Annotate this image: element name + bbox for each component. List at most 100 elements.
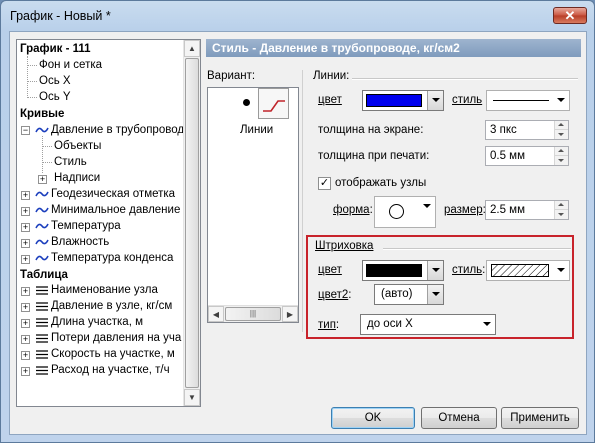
tree-item-table-column[interactable]: Длина участка, м <box>51 314 143 330</box>
tree-root-graph[interactable]: График - 111 <box>20 41 91 57</box>
scroll-left-arrow-icon[interactable]: ◀ <box>208 306 224 322</box>
tree-item-table-column[interactable]: Скорость на участке, м <box>51 346 175 362</box>
tree-item-style[interactable]: Стиль <box>54 154 87 170</box>
hatch-color-swatch <box>366 264 422 277</box>
expand-toggle[interactable]: + <box>21 367 30 376</box>
scroll-thumb[interactable] <box>185 58 199 388</box>
close-button[interactable]: ✕ <box>553 7 587 24</box>
variant-item-lines[interactable]: Линии <box>240 124 273 136</box>
tree-item-curve[interactable]: Минимальное давление <box>51 202 180 218</box>
tree-item-curve[interactable]: Температура <box>51 218 121 234</box>
dropdown-arrow-icon[interactable] <box>553 91 569 110</box>
tree-scrollbar[interactable]: ▲ ▼ <box>183 40 200 406</box>
screen-width-spinner[interactable]: 3 пкс <box>485 120 569 140</box>
expand-toggle[interactable]: + <box>21 351 30 360</box>
hatch-pattern-icon <box>491 264 549 277</box>
scroll-thumb[interactable]: ||| <box>225 307 281 321</box>
tree-header-table[interactable]: Таблица <box>20 267 68 283</box>
size-label: размер <box>444 204 483 216</box>
line-style-combo[interactable] <box>486 90 570 111</box>
node-size-spinner[interactable]: 2.5 мм <box>485 200 569 220</box>
tree-item-table-column[interactable]: Потери давления на уча <box>51 330 181 346</box>
window-title: График - Новый * <box>10 9 111 23</box>
table-column-icon <box>36 366 48 375</box>
curve-icon <box>35 127 49 133</box>
screen-width-value[interactable]: 3 пкс <box>490 124 517 136</box>
color2-value: (авто) <box>381 288 413 300</box>
spin-down-icon[interactable] <box>555 210 568 219</box>
dropdown-arrow-icon[interactable] <box>427 285 443 304</box>
tree-item-table-column[interactable]: Наименование узла <box>51 282 158 298</box>
curve-icon <box>35 239 49 245</box>
color2-combo[interactable]: (авто) <box>374 284 444 305</box>
settings-tree: График - 111 Фон и сетка Ось X Ось Y Кри… <box>16 39 201 407</box>
print-width-value[interactable]: 0.5 мм <box>490 150 525 162</box>
expand-toggle[interactable]: + <box>21 335 30 344</box>
line-color-swatch <box>366 94 422 107</box>
scroll-up-arrow-icon[interactable]: ▲ <box>184 40 200 57</box>
hatch-style-label: стиль <box>452 264 483 276</box>
line-style-preview <box>493 100 549 101</box>
tree-item-pressure-curve[interactable]: Давление в трубопровод <box>51 122 184 138</box>
show-nodes-label[interactable]: отображать узлы <box>335 177 426 189</box>
variant-hscrollbar[interactable]: ◀ ||| ▶ <box>208 305 298 322</box>
tree-item-axis-x[interactable]: Ось X <box>39 73 71 89</box>
expand-toggle[interactable]: + <box>21 287 30 296</box>
line-color-combo[interactable] <box>362 90 444 111</box>
dropdown-arrow-icon[interactable] <box>427 91 443 110</box>
table-column-icon <box>36 334 48 343</box>
scroll-right-arrow-icon[interactable]: ▶ <box>282 306 298 322</box>
expand-toggle[interactable]: + <box>38 175 47 184</box>
dropdown-arrow-icon[interactable] <box>479 315 495 334</box>
tree-item-curve[interactable]: Влажность <box>51 234 109 250</box>
tree-item-background[interactable]: Фон и сетка <box>39 57 102 73</box>
variant-label: Вариант: <box>207 70 256 82</box>
expand-toggle[interactable]: + <box>21 191 30 200</box>
line-color-label: цвет <box>318 94 342 106</box>
dropdown-arrow-icon[interactable] <box>419 197 435 227</box>
spin-up-icon[interactable] <box>555 201 568 210</box>
print-width-spinner[interactable]: 0.5 мм <box>485 146 569 166</box>
expand-toggle[interactable]: + <box>21 239 30 248</box>
tree-item-curve[interactable]: Геодезическая отметка <box>51 186 175 202</box>
panel-title: Стиль - Давление в трубопроводе, кг/см2 <box>206 39 581 57</box>
tree-item-labels[interactable]: Надписи <box>54 170 100 186</box>
spin-down-icon[interactable] <box>555 156 568 165</box>
spin-down-icon[interactable] <box>555 130 568 139</box>
table-column-icon <box>36 318 48 327</box>
lines-variant-icon[interactable] <box>258 88 289 119</box>
dropdown-arrow-icon[interactable] <box>553 261 569 280</box>
apply-button[interactable]: Применить <box>501 407 579 429</box>
spin-up-icon[interactable] <box>555 147 568 156</box>
hatch-color-label: цвет <box>318 264 342 276</box>
scroll-down-arrow-icon[interactable]: ▼ <box>184 389 200 406</box>
expand-toggle[interactable]: + <box>21 223 30 232</box>
show-nodes-checkbox[interactable]: ✓ <box>318 177 331 190</box>
tree-item-objects[interactable]: Объекты <box>54 138 101 154</box>
tree-item-table-column[interactable]: Расход на участке, т/ч <box>51 362 170 378</box>
ok-button[interactable]: OK <box>331 407 415 429</box>
hatch-color-combo[interactable] <box>362 260 444 281</box>
tree-item-curve[interactable]: Температура конденса <box>51 250 173 266</box>
node-shape-combo[interactable] <box>374 196 436 228</box>
hatch-type-combo[interactable]: до оси X <box>360 314 496 335</box>
table-column-icon <box>36 286 48 295</box>
color2-label: цвет2 <box>318 289 349 301</box>
tree-item-table-column[interactable]: Давление в узле, кг/см <box>51 298 172 314</box>
tree-item-axis-y[interactable]: Ось Y <box>39 89 71 105</box>
expand-toggle[interactable]: + <box>21 255 30 264</box>
expand-toggle[interactable]: + <box>21 303 30 312</box>
expand-toggle[interactable]: + <box>21 319 30 328</box>
title-bar[interactable]: График - Новый * ✕ <box>1 1 594 31</box>
hatch-style-combo[interactable] <box>486 260 570 281</box>
cancel-button[interactable]: Отмена <box>421 407 497 429</box>
expand-toggle[interactable]: + <box>21 207 30 216</box>
collapse-toggle[interactable]: − <box>21 126 30 135</box>
lines-group-label: Линии: <box>313 70 350 82</box>
tree-header-curves[interactable]: Кривые <box>20 106 64 122</box>
spin-up-icon[interactable] <box>555 121 568 130</box>
circle-shape-icon <box>389 204 404 219</box>
dropdown-arrow-icon[interactable] <box>427 261 443 280</box>
variant-list[interactable]: Линии ◀ ||| ▶ <box>207 87 299 323</box>
node-size-value[interactable]: 2.5 мм <box>490 204 525 216</box>
